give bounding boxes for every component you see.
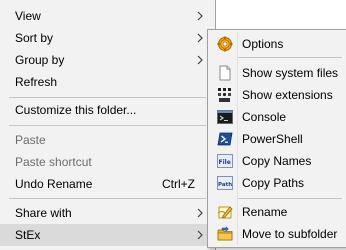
- submenu-separator: [238, 57, 342, 58]
- submenu-item-copy-paths[interactable]: Path Copy Paths: [208, 172, 346, 194]
- submenu-item-move-to-subfolder[interactable]: Move to subfolder: [208, 223, 346, 245]
- console-icon: [217, 109, 233, 125]
- submenu-item-copy-names-label: Copy Names: [242, 154, 312, 168]
- gear-icon: [217, 36, 233, 52]
- submenu-item-powershell-label: PowerShell: [242, 132, 303, 146]
- stex-submenu: Options Show system files Show extension…: [207, 29, 346, 248]
- copy-names-icon: File: [217, 153, 233, 169]
- submenu-separator: [238, 198, 342, 199]
- submenu-item-rename[interactable]: Rename: [208, 201, 346, 223]
- menu-item-paste-label: Paste: [15, 133, 46, 147]
- copy-paths-icon: Path: [217, 175, 233, 191]
- folder-icon: [217, 226, 233, 242]
- menu-item-share-with[interactable]: Share with: [0, 202, 215, 224]
- submenu-item-show-extensions-label: Show extensions: [242, 88, 333, 102]
- submenu-item-show-system-files[interactable]: Show system files: [208, 62, 346, 84]
- powershell-icon: [217, 131, 233, 147]
- menu-item-customize-folder[interactable]: Customize this folder...: [0, 99, 215, 121]
- menu-separator: [9, 198, 206, 199]
- menu-item-view-label: View: [15, 9, 41, 23]
- menu-item-undo-rename-shortcut: Ctrl+Z: [162, 177, 195, 191]
- menu-item-view[interactable]: View: [0, 5, 215, 27]
- chevron-right-icon: [195, 33, 205, 43]
- svg-text:Path: Path: [218, 182, 232, 188]
- document-icon: [217, 65, 233, 81]
- menu-item-undo-rename[interactable]: Undo Rename Ctrl+Z: [0, 173, 215, 195]
- svg-text:File: File: [219, 159, 231, 166]
- chevron-right-icon: [195, 55, 205, 65]
- submenu-item-options-label: Options: [242, 37, 284, 51]
- submenu-item-copy-names[interactable]: File Copy Names: [208, 150, 346, 172]
- submenu-item-rename-label: Rename: [242, 205, 288, 219]
- submenu-item-copy-paths-label: Copy Paths: [242, 176, 305, 190]
- submenu-item-move-to-subfolder-label: Move to subfolder: [242, 227, 338, 241]
- menu-separator: [9, 97, 206, 98]
- submenu-item-powershell[interactable]: PowerShell: [208, 128, 346, 150]
- menu-item-group-by-label: Group by: [15, 53, 65, 67]
- menu-item-undo-rename-label: Undo Rename: [15, 177, 93, 191]
- menu-item-customize-folder-label: Customize this folder...: [15, 103, 137, 117]
- submenu-item-show-extensions[interactable]: Show extensions: [208, 84, 346, 106]
- submenu-item-show-system-files-label: Show system files: [242, 66, 339, 80]
- submenu-item-console-label: Console: [242, 110, 287, 124]
- menu-item-group-by[interactable]: Group by: [0, 49, 215, 71]
- submenu-item-options[interactable]: Options: [208, 33, 346, 55]
- submenu-item-console[interactable]: Console: [208, 106, 346, 128]
- chevron-right-icon: [195, 208, 205, 218]
- menu-separator: [9, 125, 206, 126]
- menu-item-share-with-label: Share with: [15, 206, 72, 220]
- menu-item-paste[interactable]: Paste: [0, 129, 215, 151]
- menu-item-paste-shortcut-label: Paste shortcut: [15, 155, 92, 169]
- extensions-icon: [217, 87, 233, 103]
- menu-item-stex-label: StEx: [15, 228, 41, 242]
- menu-item-stex[interactable]: StEx: [0, 224, 215, 246]
- context-menu: View Sort by Group by Refresh Customize …: [0, 0, 216, 250]
- chevron-right-icon: [195, 11, 205, 21]
- menu-item-refresh[interactable]: Refresh: [0, 71, 215, 93]
- chevron-right-icon: [195, 230, 205, 240]
- menu-item-sort-by[interactable]: Sort by: [0, 27, 215, 49]
- rename-icon: [217, 204, 233, 220]
- menu-item-refresh-label: Refresh: [15, 75, 58, 89]
- menu-item-paste-shortcut[interactable]: Paste shortcut: [0, 151, 215, 173]
- menu-item-sort-by-label: Sort by: [15, 31, 54, 45]
